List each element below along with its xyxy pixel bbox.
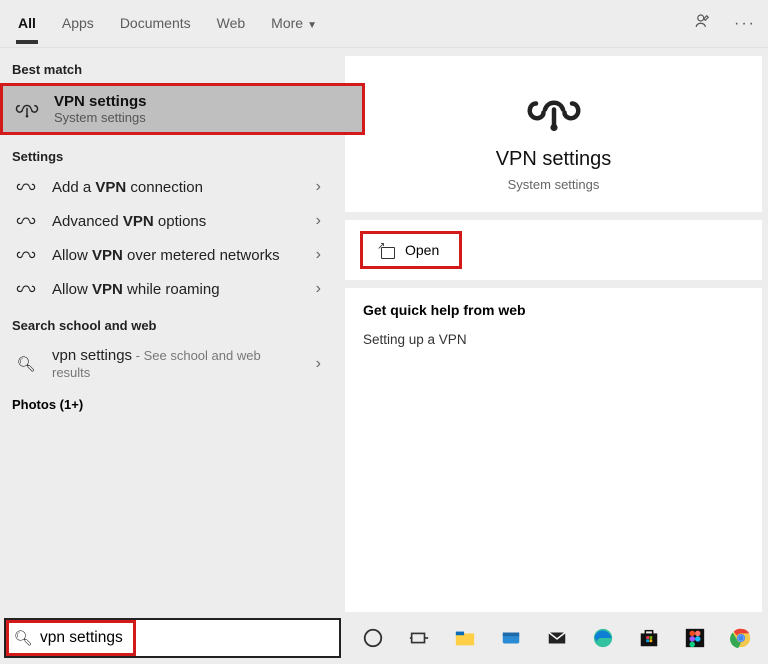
- cortana-icon[interactable]: [359, 624, 387, 652]
- chevron-right-icon: ›: [316, 246, 323, 264]
- search-web-item[interactable]: 🔍︎ vpn settings - See school and web res…: [0, 339, 337, 389]
- details-panel: VPN settings System settings Open Get qu…: [337, 48, 768, 612]
- setting-add-vpn[interactable]: Add a VPN connection ›: [0, 170, 337, 204]
- feedback-icon[interactable]: [694, 12, 712, 35]
- taskbar-row: 🔍︎: [0, 612, 768, 664]
- chevron-right-icon: ›: [316, 355, 323, 373]
- details-card: VPN settings System settings: [345, 56, 762, 212]
- setting-vpn-metered[interactable]: Allow VPN over metered networks ›: [0, 238, 337, 272]
- tab-more[interactable]: More▼: [269, 5, 319, 43]
- details-title: VPN settings: [496, 148, 612, 171]
- task-view-icon[interactable]: [405, 624, 433, 652]
- store-icon[interactable]: [635, 624, 663, 652]
- mail-icon[interactable]: [543, 624, 571, 652]
- chrome-icon[interactable]: [727, 624, 755, 652]
- search-input[interactable]: [40, 629, 339, 647]
- chevron-right-icon: ›: [316, 280, 323, 298]
- best-match-header: Best match: [0, 56, 337, 83]
- setting-advanced-vpn[interactable]: Advanced VPN options ›: [0, 204, 337, 238]
- details-actions: Open: [345, 220, 762, 280]
- vpn-icon: [14, 98, 40, 120]
- tab-documents[interactable]: Documents: [118, 5, 193, 43]
- open-icon: [377, 243, 395, 257]
- setting-vpn-roaming[interactable]: Allow VPN while roaming ›: [0, 272, 337, 306]
- search-tabs: All Apps Documents Web More▼: [16, 5, 319, 43]
- chevron-right-icon: ›: [316, 178, 323, 196]
- vpn-icon: [14, 281, 38, 297]
- open-button-label: Open: [405, 242, 439, 258]
- tips-icon[interactable]: [497, 624, 525, 652]
- figma-icon[interactable]: [681, 624, 709, 652]
- vpn-icon: [14, 213, 38, 229]
- tab-all[interactable]: All: [16, 5, 38, 43]
- results-list: Best match VPN settings System settings …: [0, 48, 337, 612]
- chevron-down-icon: ▼: [307, 20, 317, 31]
- vpn-icon: [14, 247, 38, 263]
- taskbar: [341, 618, 768, 658]
- help-link-setup-vpn[interactable]: Setting up a VPN: [363, 332, 744, 347]
- help-header: Get quick help from web: [363, 302, 744, 318]
- best-match-title: VPN settings: [54, 93, 147, 110]
- search-icon: 🔍︎: [14, 355, 38, 373]
- file-explorer-icon[interactable]: [451, 624, 479, 652]
- settings-header: Settings: [0, 143, 337, 170]
- help-card: Get quick help from web Setting up a VPN: [345, 288, 762, 612]
- vpn-icon-large: [524, 86, 584, 136]
- chevron-right-icon: ›: [316, 212, 323, 230]
- photos-header[interactable]: Photos (1+): [0, 389, 337, 420]
- search-header: All Apps Documents Web More▼ ···: [0, 0, 768, 48]
- best-match-subtitle: System settings: [54, 110, 147, 125]
- search-icon: 🔍︎: [6, 629, 40, 647]
- search-school-web-header: Search school and web: [0, 312, 337, 339]
- open-button[interactable]: Open: [363, 234, 459, 266]
- best-match-item[interactable]: VPN settings System settings: [0, 83, 365, 135]
- vpn-icon: [14, 179, 38, 195]
- details-subtitle: System settings: [508, 177, 600, 192]
- edge-icon[interactable]: [589, 624, 617, 652]
- tab-apps[interactable]: Apps: [60, 5, 96, 43]
- search-box[interactable]: 🔍︎: [4, 618, 341, 658]
- more-options-icon[interactable]: ···: [734, 15, 756, 33]
- tab-web[interactable]: Web: [215, 5, 248, 43]
